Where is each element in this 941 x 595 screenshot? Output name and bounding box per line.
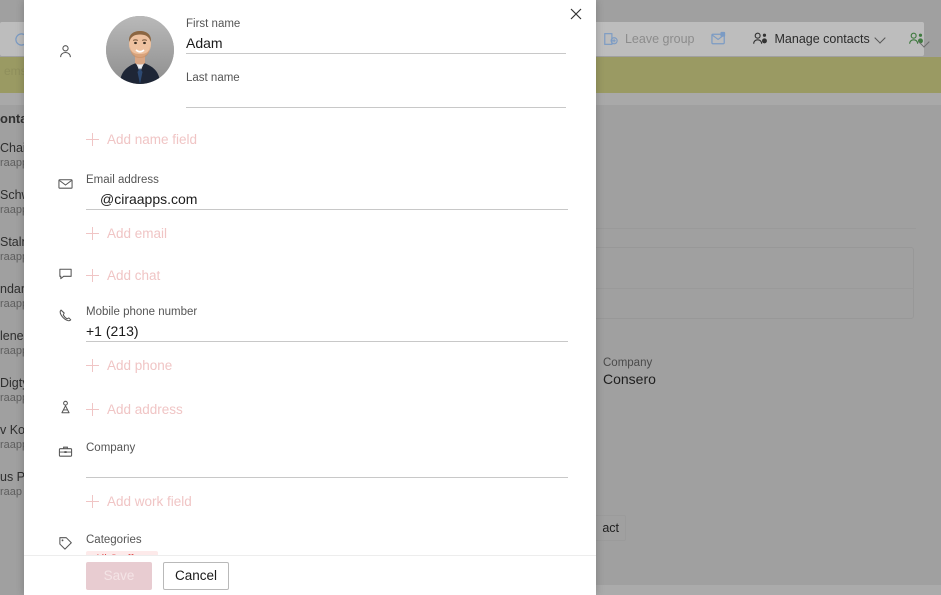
screen: Re Leave group — [0, 0, 941, 595]
chevron-down-icon — [874, 31, 886, 44]
person-icon — [58, 16, 86, 59]
mail-button[interactable] — [703, 25, 736, 53]
categories-row: Categories All Staff ✕ Categorize — [24, 532, 596, 555]
address-row: Add address — [24, 396, 596, 422]
email-row: Email address Add email — [24, 172, 596, 246]
last-name-label: Last name — [186, 72, 240, 84]
background-bottom-strip — [596, 585, 941, 595]
leave-group-button[interactable]: Leave group — [595, 25, 703, 53]
add-address-button[interactable]: Add address — [86, 396, 568, 422]
briefcase-icon — [58, 440, 86, 459]
add-address-label: Add address — [107, 401, 183, 417]
detail-card-divider — [556, 288, 914, 289]
detail-card — [556, 247, 914, 319]
envelope-icon — [58, 172, 86, 191]
email-input[interactable] — [86, 188, 568, 210]
first-name-field[interactable]: First name — [186, 16, 566, 56]
plus-icon — [86, 402, 99, 416]
email-label: Email address — [86, 174, 159, 186]
add-work-field-label: Add work field — [107, 493, 192, 509]
leave-group-label: Leave group — [624, 32, 695, 46]
manage-contacts-label: Manage contacts — [774, 32, 870, 46]
add-work-field-button[interactable]: Add work field — [86, 488, 568, 514]
add-chat-label: Add chat — [107, 267, 161, 283]
add-phone-label: Add phone — [107, 357, 173, 373]
chat-bubble-icon — [58, 262, 86, 281]
detail-divider — [556, 228, 916, 229]
cancel-button[interactable]: Cancel — [163, 561, 229, 590]
address-marker-icon — [58, 396, 86, 415]
phone-input[interactable] — [86, 320, 568, 342]
detail-company-label: Company — [603, 357, 653, 369]
phone-label: Mobile phone number — [86, 306, 198, 318]
add-name-field-button[interactable]: Add name field — [86, 126, 568, 152]
avatar[interactable] — [106, 16, 174, 84]
plus-icon — [86, 132, 99, 146]
first-name-label: First name — [186, 18, 241, 30]
edit-contact-dialog: First name Last name Add name field — [24, 0, 596, 595]
chat-row: Add chat — [24, 262, 596, 288]
overflow-chevron-down-icon — [918, 36, 930, 48]
company-label: Company — [86, 442, 136, 454]
plus-icon — [86, 494, 99, 508]
detail-company-value: Consero — [603, 371, 656, 387]
add-name-field-label: Add name field — [107, 131, 198, 147]
add-email-button[interactable]: Add email — [86, 220, 568, 246]
spacer-icon — [58, 126, 86, 130]
phone-row: Mobile phone number Add phone — [24, 304, 596, 378]
add-phone-button[interactable]: Add phone — [86, 352, 568, 378]
plus-icon — [86, 226, 99, 240]
plus-icon — [86, 268, 99, 282]
categories-label: Categories — [86, 534, 142, 546]
add-email-label: Add email — [107, 225, 168, 241]
manage-contacts-button[interactable]: Manage contacts — [744, 25, 892, 53]
add-name-field-row: Add name field — [24, 126, 596, 152]
company-input[interactable] — [86, 456, 568, 478]
save-button[interactable]: Save — [86, 561, 152, 590]
phone-icon — [58, 304, 86, 323]
contact-avatar-photo — [106, 16, 174, 84]
toolbar-overflow-button[interactable] — [918, 36, 930, 54]
phone-field[interactable]: Mobile phone number — [86, 304, 568, 344]
company-field[interactable]: Company — [86, 440, 568, 480]
plus-icon — [86, 358, 99, 372]
name-section: First name Last name — [24, 0, 596, 112]
dialog-body: First name Last name Add name field — [24, 0, 596, 555]
company-row: Company Add work field — [24, 440, 596, 514]
first-name-input[interactable] — [186, 32, 566, 54]
tag-icon — [58, 532, 86, 551]
last-name-input[interactable] — [186, 86, 566, 108]
add-chat-button[interactable]: Add chat — [86, 262, 568, 288]
last-name-field[interactable]: Last name — [186, 70, 566, 110]
dialog-footer: Save Cancel — [24, 555, 596, 595]
mail-badge-icon — [710, 31, 728, 47]
email-field[interactable]: Email address — [86, 172, 568, 212]
leave-group-icon — [603, 31, 619, 47]
manage-contacts-icon — [752, 31, 769, 47]
